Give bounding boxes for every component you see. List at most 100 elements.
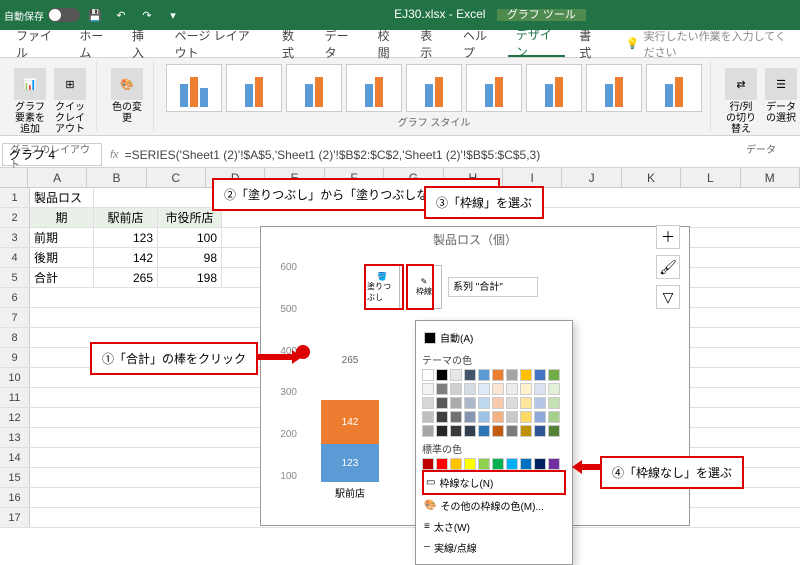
color-swatch[interactable] <box>436 383 448 395</box>
chart-style-7[interactable] <box>526 64 582 112</box>
col-header[interactable]: M <box>741 168 800 187</box>
quick-layout-button[interactable]: ⊞ クイックレイアウト <box>50 64 90 139</box>
color-swatch[interactable] <box>492 411 504 423</box>
change-colors-button[interactable]: 🎨 色の変更 <box>107 64 147 128</box>
tell-me-search[interactable]: 💡 実行したい作業を入力してください <box>626 28 792 60</box>
row-header[interactable]: 15 <box>0 468 30 487</box>
color-swatch[interactable] <box>492 458 504 470</box>
select-all-corner[interactable] <box>0 168 28 187</box>
row-header[interactable]: 3 <box>0 228 30 247</box>
cell[interactable]: 100 <box>158 228 222 247</box>
color-swatch[interactable] <box>534 411 546 423</box>
color-swatch[interactable] <box>422 397 434 409</box>
color-swatch[interactable] <box>506 383 518 395</box>
row-header[interactable]: 12 <box>0 408 30 427</box>
col-header[interactable]: J <box>562 168 621 187</box>
col-header[interactable]: K <box>622 168 681 187</box>
undo-icon[interactable]: ↶ <box>110 4 132 26</box>
col-header[interactable]: A <box>28 168 87 187</box>
qat-more-icon[interactable]: ▾ <box>162 4 184 26</box>
color-swatch[interactable] <box>464 425 476 437</box>
color-swatch[interactable] <box>534 425 546 437</box>
bar-segment-later[interactable]: 142 <box>321 400 379 444</box>
color-swatch[interactable] <box>478 397 490 409</box>
col-header[interactable]: I <box>503 168 562 187</box>
cell[interactable]: 123 <box>94 228 158 247</box>
color-swatch[interactable] <box>478 458 490 470</box>
row-header[interactable]: 17 <box>0 508 30 527</box>
color-swatch[interactable] <box>450 383 462 395</box>
row-header[interactable]: 14 <box>0 448 30 467</box>
color-swatch[interactable] <box>478 369 490 381</box>
tab-design[interactable]: デザイン <box>508 30 565 57</box>
row-header[interactable]: 16 <box>0 488 30 507</box>
color-swatch[interactable] <box>520 369 532 381</box>
color-swatch[interactable] <box>436 458 448 470</box>
tab-formulas[interactable]: 数式 <box>274 30 311 57</box>
col-header[interactable]: L <box>681 168 740 187</box>
cell[interactable]: 142 <box>94 248 158 267</box>
col-header[interactable]: C <box>147 168 206 187</box>
row-header[interactable]: 6 <box>0 288 30 307</box>
color-swatch[interactable] <box>422 383 434 395</box>
color-swatch[interactable] <box>534 458 546 470</box>
tab-insert[interactable]: 挿入 <box>124 30 161 57</box>
chart-style-9[interactable] <box>646 64 702 112</box>
color-swatch[interactable] <box>534 369 546 381</box>
cell[interactable]: 後期 <box>30 248 94 267</box>
color-swatch[interactable] <box>506 369 518 381</box>
chart-elements-button[interactable]: ＋ <box>656 225 680 249</box>
color-swatch[interactable] <box>450 397 462 409</box>
row-header[interactable]: 7 <box>0 308 30 327</box>
color-swatch[interactable] <box>492 397 504 409</box>
color-swatch[interactable] <box>478 425 490 437</box>
chart-styles-gallery[interactable] <box>164 64 704 112</box>
cell[interactable]: 前期 <box>30 228 94 247</box>
color-swatch[interactable] <box>548 383 560 395</box>
color-swatch[interactable] <box>422 369 434 381</box>
switch-row-col-button[interactable]: ⇄ 行/列の切り替え <box>721 64 761 139</box>
cell[interactable]: 98 <box>158 248 222 267</box>
auto-save-toggle[interactable]: 自動保存 <box>4 8 80 23</box>
color-swatch[interactable] <box>506 425 518 437</box>
color-swatch[interactable] <box>450 458 462 470</box>
color-swatch[interactable] <box>492 369 504 381</box>
tab-data[interactable]: データ <box>317 30 364 57</box>
color-swatch[interactable] <box>436 397 448 409</box>
chart-style-6[interactable] <box>466 64 522 112</box>
cell[interactable]: 合計 <box>30 268 94 287</box>
tab-pagelayout[interactable]: ページ レイアウト <box>167 30 268 57</box>
color-swatch[interactable] <box>464 369 476 381</box>
outline-button[interactable]: ✎ 枠線 <box>406 265 442 309</box>
chart-style-3[interactable] <box>286 64 342 112</box>
color-swatch[interactable] <box>492 383 504 395</box>
row-header[interactable]: 8 <box>0 328 30 347</box>
color-swatch[interactable] <box>422 458 434 470</box>
color-swatch[interactable] <box>520 458 532 470</box>
cell[interactable]: 265 <box>94 268 158 287</box>
color-swatch[interactable] <box>464 411 476 423</box>
save-icon[interactable]: 💾 <box>84 4 106 26</box>
cell[interactable]: 駅前店 <box>94 208 158 227</box>
no-outline-item[interactable]: ▭ 枠線なし(N) <box>422 470 566 495</box>
row-header[interactable]: 10 <box>0 368 30 387</box>
auto-color-item[interactable]: 自動(A) <box>422 327 566 348</box>
color-swatch[interactable] <box>464 397 476 409</box>
add-chart-element-button[interactable]: 📊 グラフ要素を追加 <box>10 64 50 139</box>
color-swatch[interactable] <box>548 369 560 381</box>
tab-review[interactable]: 校閲 <box>370 30 407 57</box>
more-outline-colors-item[interactable]: 🎨 その他の枠線の色(M)... <box>422 495 566 516</box>
color-swatch[interactable] <box>436 425 448 437</box>
color-swatch[interactable] <box>520 411 532 423</box>
tab-format[interactable]: 書式 <box>571 30 608 57</box>
chart-title[interactable]: 製品ロス（個） <box>261 227 689 252</box>
row-header[interactable]: 9 <box>0 348 30 367</box>
cell[interactable]: 期 <box>30 208 94 227</box>
color-swatch[interactable] <box>422 411 434 423</box>
row-header[interactable]: 1 <box>0 188 30 207</box>
fill-button[interactable]: 🪣 塗りつぶし <box>364 265 400 309</box>
color-swatch[interactable] <box>548 458 560 470</box>
color-swatch[interactable] <box>478 383 490 395</box>
color-swatch[interactable] <box>506 458 518 470</box>
series-dropdown[interactable]: 系列 "合計" <box>448 277 538 297</box>
